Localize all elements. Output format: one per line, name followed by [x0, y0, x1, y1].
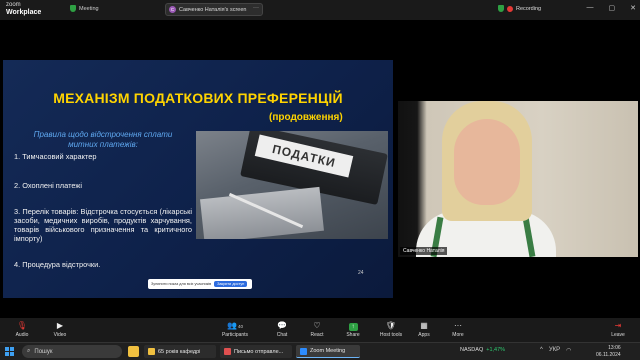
- video-label: Video: [53, 332, 67, 338]
- taskbar-app-3[interactable]: Zoom Meeting: [296, 345, 360, 358]
- participants-label: Participants: [221, 332, 249, 338]
- leave-icon: ⇥: [614, 321, 622, 330]
- share-control-bar: Зупинити показ для всіх учасників Закрит…: [148, 279, 252, 289]
- recording-label: Recording: [516, 5, 542, 12]
- stop-access-button[interactable]: Закрити доступ: [214, 281, 248, 287]
- taskbar-search[interactable]: ⌕ Пошук: [22, 345, 122, 358]
- system-tray: ^ УКР ◠: [540, 347, 571, 354]
- host-tools-label: Host tools: [379, 332, 403, 338]
- security-shield-icon: [498, 5, 504, 12]
- windows-start-icon[interactable]: [5, 347, 14, 356]
- windows-taskbar: ⌕ Пошук 65 років кафедрі Письмо отправле…: [0, 342, 640, 360]
- screen-share-label: Савченко Наталія's screen: [179, 6, 247, 13]
- chat-icon: 💬: [277, 321, 287, 330]
- slide-item-4: 4. Процедура відстрочки.: [14, 260, 101, 269]
- slide-page-number: 24: [358, 270, 364, 276]
- more-button[interactable]: ··· More: [438, 321, 478, 338]
- shield-icon: [70, 5, 76, 12]
- folder-icon: [148, 348, 155, 355]
- share-control-label: Зупинити показ для всіх учасників: [151, 282, 212, 286]
- slide-item-1: 1. Тимчасовий характер: [14, 152, 97, 161]
- clock-date: 06.11.2024: [596, 351, 621, 358]
- slide-item-3: 3. Перелік товарів: Відстрочка стосуєтьс…: [14, 207, 192, 243]
- chat-button[interactable]: 💬 Chat: [262, 321, 302, 338]
- presenter-avatar: C: [169, 6, 176, 13]
- chat-label: Chat: [276, 332, 288, 338]
- meeting-label: Meeting: [79, 5, 99, 12]
- papers-shape: [200, 186, 324, 239]
- minimize-button[interactable]: —: [587, 4, 594, 12]
- react-icon: ♡: [313, 321, 321, 330]
- stock-widget[interactable]: NASDAQ +1,47%: [460, 347, 505, 353]
- taskbar-app-1-label: 65 років кафедрі: [158, 348, 201, 355]
- audio-label: Audio: [15, 332, 29, 338]
- search-placeholder: Пошук: [34, 348, 53, 355]
- leave-button[interactable]: ⇥ Leave: [598, 321, 638, 338]
- slide-title: МЕХАНІЗМ ПОДАТКОВИХ ПРЕФЕРЕНЦІЙ: [53, 90, 343, 106]
- slide-subtitle: (продовження): [269, 112, 343, 123]
- brand-workplace: Workplace: [6, 9, 42, 16]
- close-button[interactable]: ✕: [630, 4, 636, 12]
- share-screen-icon: ↑: [333, 321, 373, 331]
- video-button[interactable]: ▶ Video: [40, 321, 80, 338]
- browser-icon: [224, 348, 231, 355]
- meeting-info[interactable]: Meeting: [70, 5, 99, 12]
- audio-button[interactable]: 🎙 Audio: [2, 321, 42, 338]
- taskbar-app-3-label: Zoom Meeting: [310, 348, 346, 354]
- more-icon: ···: [454, 321, 462, 330]
- leave-label: Leave: [611, 332, 625, 338]
- wifi-icon[interactable]: ◠: [566, 347, 571, 354]
- recording-indicator[interactable]: Recording: [498, 5, 541, 12]
- taskbar-app-2-label: Письмо отправле...: [234, 348, 284, 355]
- zoom-icon: [300, 347, 307, 355]
- react-button[interactable]: ♡ React: [297, 321, 337, 338]
- more-options-icon[interactable]: ···: [253, 5, 259, 11]
- microphone-muted-icon: 🎙: [16, 321, 28, 330]
- stock-change: +1,47%: [486, 347, 506, 353]
- stock-name: NASDAQ: [460, 347, 484, 353]
- maximize-button[interactable]: ▢: [609, 4, 616, 12]
- video-face: [454, 119, 520, 205]
- share-button[interactable]: ↑ Share: [333, 321, 373, 338]
- react-label: React: [310, 332, 324, 338]
- camera-icon: ▶: [56, 321, 64, 330]
- participant-name-label: Савченко Наталія: [400, 247, 448, 255]
- shared-slide: МЕХАНІЗМ ПОДАТКОВИХ ПРЕФЕРЕНЦІЙ (продовж…: [3, 60, 393, 298]
- zoom-workplace-logo: zoom Workplace: [6, 2, 41, 16]
- participants-button[interactable]: 👥40 Participants: [215, 321, 255, 338]
- window-controls: — ▢ ✕: [587, 4, 637, 12]
- search-icon: ⌕: [27, 348, 31, 354]
- file-explorer-icon[interactable]: [128, 346, 139, 357]
- taskbar-app-1[interactable]: 65 років кафедрі: [144, 345, 216, 358]
- chevron-up-icon[interactable]: ^: [540, 347, 543, 354]
- slide-item-2: 2. Охоплені платежі: [14, 181, 82, 190]
- participants-icon: 👥40: [227, 321, 243, 330]
- participant-video[interactable]: Савченко Наталія: [398, 101, 638, 257]
- slide-rules-heading: Правила щодо відстрочення сплати митних …: [33, 130, 173, 149]
- taskbar-app-2[interactable]: Письмо отправле...: [220, 345, 292, 358]
- participants-count: 40: [237, 324, 243, 329]
- screen-share-indicator[interactable]: C Савченко Наталія's screen ···: [165, 3, 263, 16]
- taskbar-clock[interactable]: 13:06 06.11.2024: [596, 345, 621, 358]
- apps-label: Apps: [418, 332, 430, 338]
- more-label: More: [452, 332, 464, 338]
- share-label: Share: [346, 332, 360, 338]
- zoom-title-bar: zoom Workplace Meeting C Савченко Наталі…: [0, 0, 640, 20]
- meeting-toolbar: 🎙 Audio ▶ Video 👥40 Participants 💬 Chat …: [0, 318, 640, 342]
- taxes-binder-photo: ПОДАТКИ: [196, 131, 388, 239]
- language-indicator[interactable]: УКР: [549, 347, 560, 354]
- meeting-stage: МЕХАНІЗМ ПОДАТКОВИХ ПРЕФЕРЕНЦІЙ (продовж…: [0, 20, 640, 318]
- recording-dot-icon: [507, 5, 513, 12]
- brand-zoom: zoom: [6, 2, 21, 8]
